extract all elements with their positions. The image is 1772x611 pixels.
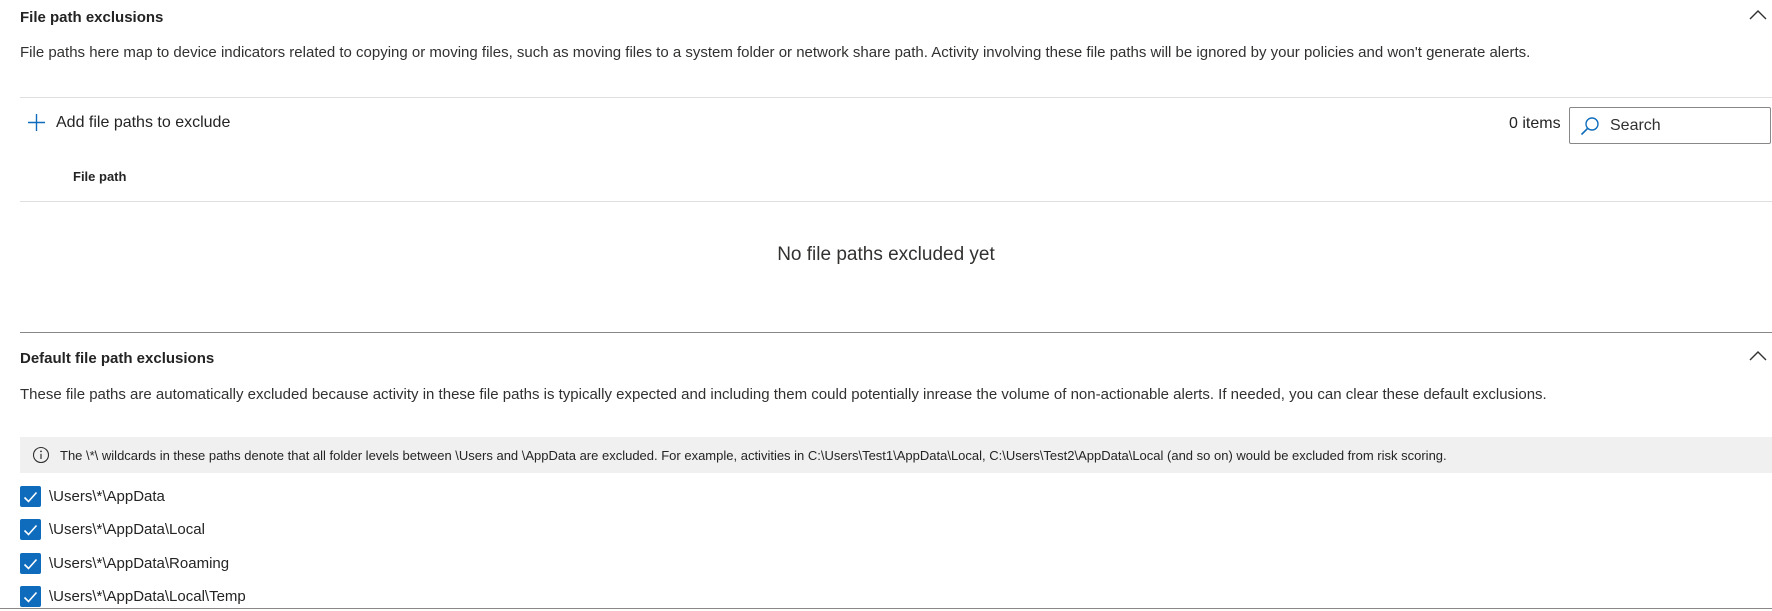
checkmark-icon xyxy=(23,491,38,503)
collapse-default-exclusions-icon[interactable] xyxy=(1748,349,1768,363)
default-path-checkbox[interactable] xyxy=(20,586,41,607)
default-exclusions-title: Default file path exclusions xyxy=(20,350,215,367)
default-exclusions-description: These file paths are automatically exclu… xyxy=(20,386,1547,403)
section-divider xyxy=(20,97,1772,98)
add-file-paths-button[interactable]: Add file paths to exclude xyxy=(27,113,230,132)
bottom-border xyxy=(0,608,1772,609)
default-path-checkbox[interactable] xyxy=(20,486,41,507)
wildcard-info-bar: The \*\ wildcards in these paths denote … xyxy=(20,437,1772,473)
default-path-item[interactable]: \Users\*\AppData\Local\Temp xyxy=(20,586,246,607)
add-file-paths-label: Add file paths to exclude xyxy=(56,113,231,131)
default-path-checkbox[interactable] xyxy=(20,553,41,574)
table-header-divider xyxy=(20,201,1772,202)
checkmark-icon xyxy=(23,591,38,603)
wildcard-info-text: The \*\ wildcards in these paths denote … xyxy=(60,447,1447,463)
plus-icon xyxy=(28,114,45,131)
checkmark-icon xyxy=(23,524,38,536)
default-path-label: \Users\*\AppData\Local\Temp xyxy=(49,588,246,605)
default-path-checkbox[interactable] xyxy=(20,519,41,540)
default-path-label: \Users\*\AppData\Roaming xyxy=(49,555,230,572)
default-path-item[interactable]: \Users\*\AppData\Roaming xyxy=(20,553,229,574)
items-count: 0 items xyxy=(1509,115,1561,132)
default-path-item[interactable]: \Users\*\AppData\Local xyxy=(20,519,205,540)
default-path-item[interactable]: \Users\*\AppData xyxy=(20,486,165,507)
collapse-file-path-exclusions-icon[interactable] xyxy=(1748,8,1768,22)
file-path-exclusions-description: File paths here map to device indicators… xyxy=(20,44,1531,61)
search-box[interactable] xyxy=(1569,107,1771,144)
column-header-file-path[interactable]: File path xyxy=(73,169,126,184)
default-path-label: \Users\*\AppData\Local xyxy=(49,521,205,538)
file-path-exclusions-title: File path exclusions xyxy=(20,9,164,26)
search-input[interactable] xyxy=(1608,115,1748,136)
default-path-label: \Users\*\AppData xyxy=(49,488,165,505)
search-icon xyxy=(1580,116,1599,135)
info-icon xyxy=(32,446,50,464)
checkmark-icon xyxy=(23,558,38,570)
section-divider xyxy=(20,332,1772,333)
empty-state-message: No file paths excluded yet xyxy=(777,244,995,265)
